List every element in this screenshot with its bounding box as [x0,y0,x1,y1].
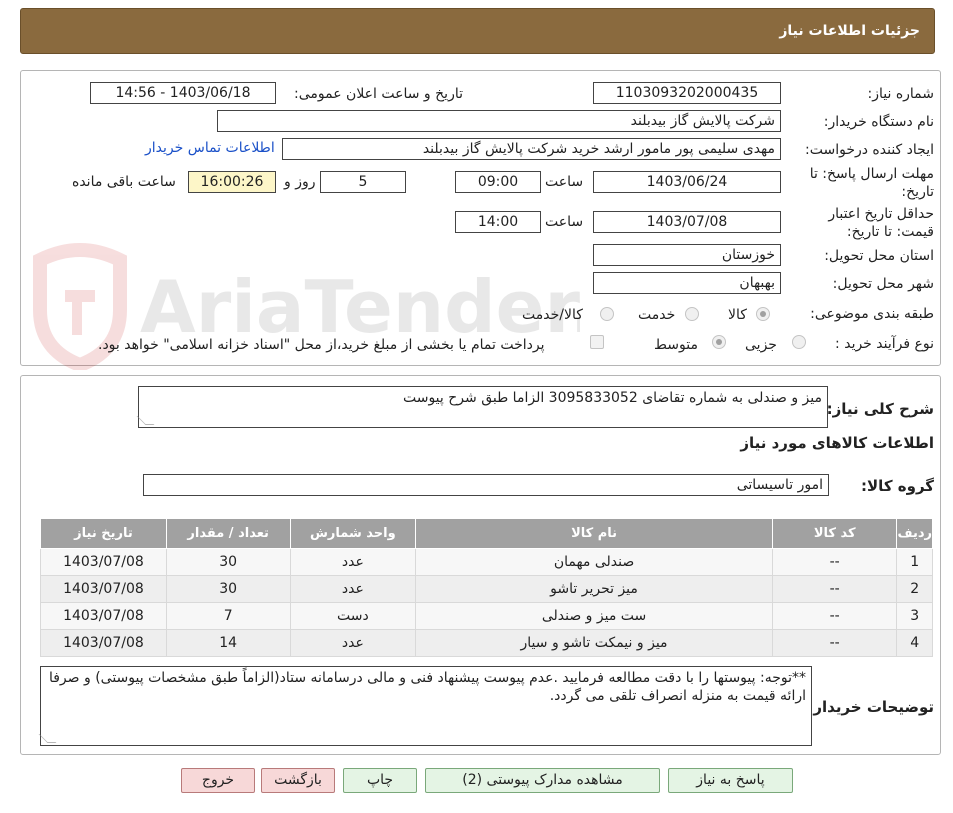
announce-label: تاریخ و ساعت اعلان عمومی: [294,86,463,102]
table-row[interactable]: 4 -- میز و نیمکت تاشو و سیار عدد 14 1403… [40,629,933,657]
summary-field: میز و صندلی به شماره تقاضای 3095833052 ا… [136,386,828,428]
city-field: بهبهان [593,272,781,294]
deadline-time-label: ساعت [545,174,584,190]
validity-label: حداقل تاریخ اعتبار [828,206,934,222]
table-row[interactable]: 1 -- صندلی مهمان عدد 30 1403/07/08 [40,548,933,576]
col-header-unit: واحد شمارش [289,518,417,549]
table-row[interactable]: 2 -- میز تحریر تاشو عدد 30 1403/07/08 [40,575,933,603]
province-field: خوزستان [593,244,781,266]
cell-unit: عدد [289,548,417,576]
province-label: استان محل تحویل: [824,248,934,264]
deadline-label: مهلت ارسال پاسخ: تا [809,166,934,182]
cell-code: -- [771,629,898,657]
cell-quantity: 14 [165,629,291,657]
category-radio-service[interactable] [685,307,699,321]
resize-handle-icon[interactable] [38,734,57,743]
col-header-code: کد کالا [771,518,898,549]
process-option-medium: متوسط [654,337,698,353]
treasury-payment-checkbox[interactable] [590,335,604,349]
cell-row-number: 4 [896,629,933,657]
deadline-time-field: 09:00 [455,171,541,193]
remaining-time-field: 16:00:26 [188,171,276,193]
buyer-org-label: نام دستگاه خریدار: [823,114,934,130]
goods-info-title: اطلاعات کالاهای مورد نیاز [740,434,934,452]
need-number-field: 1103093202000435 [593,82,781,104]
goods-table: ردیف کد کالا نام کالا واحد شمارش تعداد /… [40,518,933,657]
page-title: جزئیات اطلاعات نیاز [779,23,920,39]
buyer-notes-label: توضیحات خریدار: [807,698,934,716]
cell-date: 1403/07/08 [40,548,167,576]
col-header-row-number: ردیف [896,518,933,549]
process-radio-medium[interactable] [712,335,726,349]
cell-date: 1403/07/08 [40,629,167,657]
validity-time-field: 14:00 [455,211,541,233]
category-option-goods: کالا [728,307,747,323]
cell-unit: دست [289,602,417,630]
col-header-date: تاریخ نیاز [40,518,167,549]
summary-label: شرح کلی نیاز: [826,400,934,418]
print-button[interactable]: چاپ [343,768,417,793]
reply-button[interactable]: پاسخ به نیاز [668,768,793,793]
summary-text: میز و صندلی به شماره تقاضای 3095833052 ا… [402,390,822,406]
view-attachments-button[interactable]: مشاهده مدارک پیوستی (2) [425,768,660,793]
category-option-service: خدمت [638,307,676,323]
buyer-contact-link[interactable]: اطلاعات تماس خریدار [145,140,275,156]
buyer-org-field: شرکت پالایش گاز بیدبلند [217,110,781,132]
remaining-days-field: 5 [320,171,406,193]
category-radio-goods-service[interactable] [600,307,614,321]
days-label: روز و [284,174,316,190]
cell-unit: عدد [289,629,417,657]
category-option-goods-service: کالا/خدمت [522,307,583,323]
payment-note: پرداخت تمام یا بخشی از مبلغ خرید،از محل … [98,337,545,353]
cell-row-number: 1 [896,548,933,576]
cell-row-number: 2 [896,575,933,603]
buyer-notes-field: **توجه: پیوستها را با دقت مطالعه فرمایید… [38,666,812,746]
cell-date: 1403/07/08 [40,602,167,630]
col-header-name: نام کالا [415,518,773,549]
remaining-label: ساعت باقی مانده [72,174,176,190]
cell-name: صندلی مهمان [415,548,773,576]
cell-name: میز تحریر تاشو [415,575,773,603]
resize-handle-icon[interactable] [136,416,155,425]
buyer-notes-text: **توجه: پیوستها را با دقت مطالعه فرمایید… [48,670,806,704]
cell-date: 1403/07/08 [40,575,167,603]
validity-time-label: ساعت [545,214,584,230]
exit-button[interactable]: خروج [181,768,255,793]
validity-date-field: 1403/07/08 [593,211,781,233]
validity-label-2: قیمت: تا تاریخ: [846,224,934,240]
category-label: طبقه بندی موضوعی: [810,306,934,322]
cell-quantity: 7 [165,602,291,630]
page-header: جزئیات اطلاعات نیاز [20,8,935,54]
deadline-label-2: تاریخ: [901,184,934,200]
process-label: نوع فرآیند خرید : [835,336,934,352]
cell-quantity: 30 [165,548,291,576]
process-option-minor: جزیی [745,337,777,353]
cell-name: میز و نیمکت تاشو و سیار [415,629,773,657]
cell-name: ست میز و صندلی [415,602,773,630]
category-radio-goods[interactable] [756,307,770,321]
cell-row-number: 3 [896,602,933,630]
table-row[interactable]: 3 -- ست میز و صندلی دست 7 1403/07/08 [40,602,933,630]
deadline-date-field: 1403/06/24 [593,171,781,193]
creator-label: ایجاد کننده درخواست: [805,142,934,158]
announce-datetime-field: 1403/06/18 - 14:56 [90,82,276,104]
cell-code: -- [771,602,898,630]
back-button[interactable]: بازگشت [261,768,335,793]
col-header-quantity: تعداد / مقدار [165,518,291,549]
cell-code: -- [771,575,898,603]
goods-group-label: گروه کالا: [861,477,934,495]
creator-field: مهدی سلیمی پور مامور ارشد خرید شرکت پالا… [282,138,781,160]
cell-code: -- [771,548,898,576]
goods-group-field: امور تاسیساتی [143,474,829,496]
need-number-label: شماره نیاز: [867,86,935,102]
cell-quantity: 30 [165,575,291,603]
city-label: شهر محل تحویل: [832,276,934,292]
cell-unit: عدد [289,575,417,603]
table-header-row: ردیف کد کالا نام کالا واحد شمارش تعداد /… [40,518,933,549]
process-radio-minor[interactable] [792,335,806,349]
